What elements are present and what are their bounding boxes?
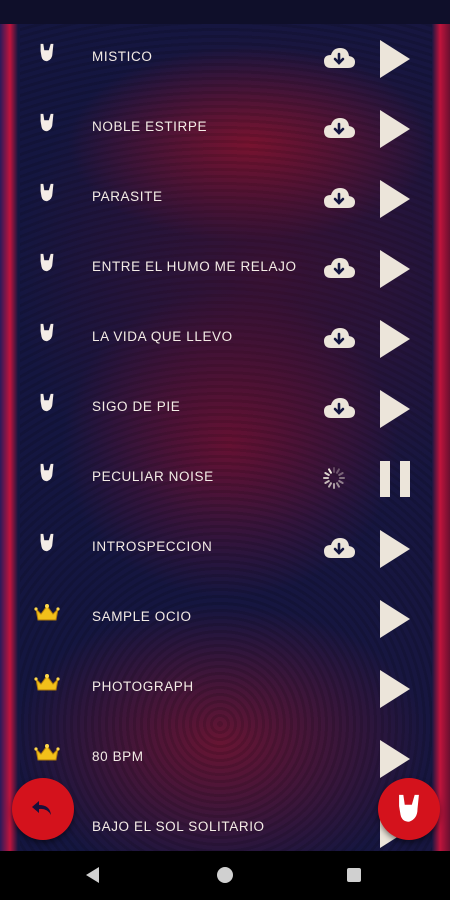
track-row[interactable]: 80 BPM bbox=[0, 724, 450, 794]
track-title: SIGO DE PIE bbox=[92, 399, 181, 414]
track-row[interactable]: SIGO DE PIE bbox=[0, 374, 450, 444]
loading-spinner-icon bbox=[322, 466, 346, 490]
play-button[interactable] bbox=[380, 250, 410, 288]
reply-arrow-icon bbox=[32, 801, 51, 815]
crown-icon bbox=[34, 601, 60, 625]
track-title: NOBLE ESTIRPE bbox=[92, 119, 208, 134]
play-button[interactable] bbox=[380, 740, 410, 778]
hand-horns-icon bbox=[34, 41, 60, 65]
track-row[interactable]: PECULIAR NOISE bbox=[0, 444, 450, 514]
hand-horns-icon bbox=[34, 111, 60, 135]
play-button[interactable] bbox=[380, 40, 410, 78]
track-row[interactable]: PARASITE bbox=[0, 164, 450, 234]
cloud-download-icon[interactable] bbox=[322, 326, 356, 350]
track-row[interactable]: INTROSPECCION bbox=[0, 514, 450, 584]
back-fab-button[interactable] bbox=[12, 778, 74, 840]
crown-icon bbox=[34, 741, 60, 765]
track-title: INTROSPECCION bbox=[92, 539, 213, 554]
hand-horns-icon bbox=[399, 794, 419, 822]
track-title: PHOTOGRAPH bbox=[92, 679, 194, 694]
play-button[interactable] bbox=[380, 670, 410, 708]
track-title: ENTRE EL HUMO ME RELAJO bbox=[92, 259, 297, 274]
track-title: MISTICO bbox=[92, 49, 153, 64]
track-row[interactable]: ENTRE EL HUMO ME RELAJO bbox=[0, 234, 450, 304]
track-title: 80 BPM bbox=[92, 749, 144, 764]
track-title: PARASITE bbox=[92, 189, 163, 204]
status-bar bbox=[0, 0, 450, 24]
track-title: PECULIAR NOISE bbox=[92, 469, 214, 484]
horns-fab-button[interactable] bbox=[378, 778, 440, 840]
track-row[interactable]: MISTICO bbox=[0, 24, 450, 94]
cloud-download-icon[interactable] bbox=[322, 536, 356, 560]
play-button[interactable] bbox=[380, 110, 410, 148]
nav-recent-icon[interactable] bbox=[347, 868, 361, 882]
hand-horns-icon bbox=[34, 461, 60, 485]
track-row[interactable]: LA VIDA QUE LLEVO bbox=[0, 304, 450, 374]
track-title: BAJO EL SOL SOLITARIO bbox=[92, 819, 265, 834]
play-button[interactable] bbox=[380, 320, 410, 358]
cloud-download-icon[interactable] bbox=[322, 46, 356, 70]
play-button[interactable] bbox=[380, 600, 410, 638]
cloud-download-icon[interactable] bbox=[322, 256, 356, 280]
play-button[interactable] bbox=[380, 180, 410, 218]
hand-horns-icon bbox=[34, 321, 60, 345]
nav-home-icon[interactable] bbox=[217, 867, 233, 883]
crown-icon bbox=[34, 671, 60, 695]
track-row[interactable]: PHOTOGRAPH bbox=[0, 654, 450, 724]
hand-horns-icon bbox=[34, 531, 60, 555]
android-nav-bar bbox=[0, 851, 450, 900]
cloud-download-icon[interactable] bbox=[322, 186, 356, 210]
track-title: LA VIDA QUE LLEVO bbox=[92, 329, 233, 344]
hand-horns-icon bbox=[34, 251, 60, 275]
track-row[interactable]: SAMPLE OCIO bbox=[0, 584, 450, 654]
cloud-download-icon[interactable] bbox=[322, 116, 356, 140]
play-button[interactable] bbox=[380, 530, 410, 568]
pause-button[interactable] bbox=[380, 461, 410, 497]
hand-horns-icon bbox=[34, 391, 60, 415]
nav-back-icon[interactable] bbox=[86, 867, 99, 883]
hand-horns-icon bbox=[34, 181, 60, 205]
track-row[interactable]: NOBLE ESTIRPE bbox=[0, 94, 450, 164]
track-list[interactable]: MISTICO NOBLE ESTIRPE PARASITE ENTRE EL HUM… bbox=[0, 24, 450, 851]
track-title: SAMPLE OCIO bbox=[92, 609, 192, 624]
cloud-download-icon[interactable] bbox=[322, 396, 356, 420]
play-button[interactable] bbox=[380, 390, 410, 428]
